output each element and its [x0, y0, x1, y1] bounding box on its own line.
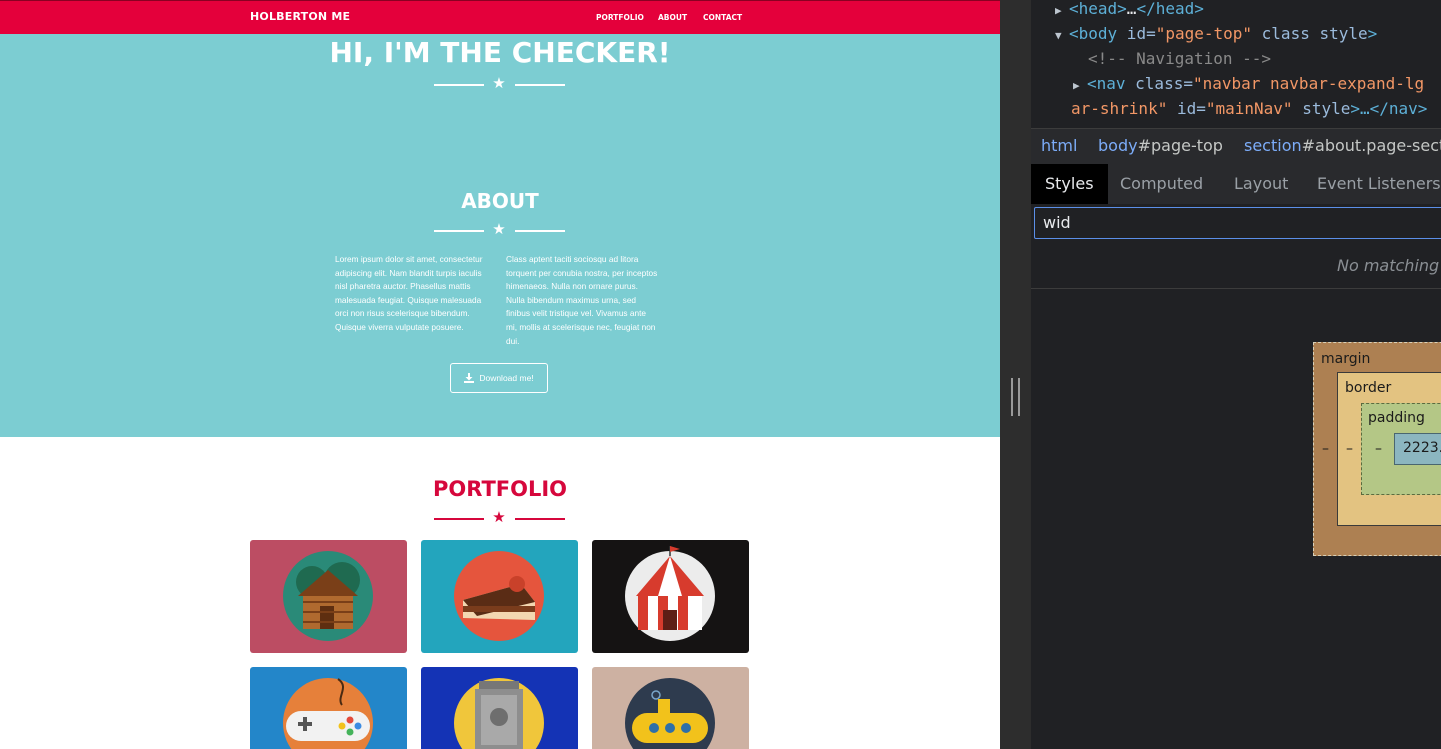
dom-node-head[interactable]: ▶ <head>…</head>	[1055, 0, 1204, 20]
dom-node-comment[interactable]: <!-- Navigation -->	[1088, 48, 1271, 70]
submarine-icon	[625, 678, 715, 749]
dom-ellipsis: …	[1126, 0, 1137, 18]
padding-left-value: –	[1375, 441, 1382, 457]
star-icon: ★	[492, 75, 506, 92]
border-left-value: –	[1346, 441, 1353, 457]
dom-attr-value: "page-top"	[1155, 24, 1253, 43]
hero-title: HI, I'M THE CHECKER!	[329, 36, 671, 69]
dom-node-body[interactable]: ▼ <body id="page-top" class style>	[1055, 23, 1377, 45]
tab-event-listeners[interactable]: Event Listeners	[1303, 164, 1441, 204]
dom-node-nav[interactable]: ▶ <nav class="navbar navbar-expand-lg	[1073, 73, 1424, 95]
dom-attr-value: ar-shrink"	[1071, 99, 1168, 118]
dom-comment: <!-- Navigation -->	[1088, 49, 1272, 68]
nav-link-contact[interactable]: CONTACT	[703, 13, 742, 22]
safe-icon	[454, 678, 544, 749]
portfolio-item-cabin[interactable]	[250, 540, 407, 653]
nav-link-about[interactable]: ABOUT	[658, 13, 687, 22]
tab-computed[interactable]: Computed	[1106, 164, 1217, 204]
portfolio-item-submarine[interactable]	[592, 667, 749, 749]
no-matching-message: No matching	[1337, 256, 1440, 275]
star-icon: ★	[492, 221, 506, 238]
page-viewport: HOLBERTON ME PORTFOLIO ABOUT CONTACT HI,…	[0, 0, 1000, 749]
dom-attr: id=	[1167, 99, 1206, 118]
panel-resize-handle[interactable]	[1000, 0, 1031, 749]
portfolio-item-safe[interactable]	[421, 667, 578, 749]
about-section: HI, I'M THE CHECKER! ★ ABOUT ★ Lorem ips…	[0, 34, 1000, 437]
box-model-padding[interactable]: padding – 2223.3	[1361, 403, 1441, 495]
box-model-margin[interactable]: margin – border – padding – 2223.3	[1313, 342, 1441, 556]
download-button[interactable]: Download me!	[450, 363, 548, 393]
resize-grip-icon[interactable]	[1011, 378, 1020, 416]
download-label: Download me!	[479, 373, 534, 383]
divider	[1031, 288, 1441, 289]
box-model-border[interactable]: border – padding – 2223.3	[1337, 372, 1441, 526]
dom-tag: >…</nav>	[1350, 99, 1428, 118]
dom-attr: id=	[1117, 24, 1156, 43]
dom-tag: <body	[1069, 24, 1118, 43]
tab-layout[interactable]: Layout	[1220, 164, 1302, 204]
circus-icon	[625, 546, 715, 641]
box-model-content[interactable]: 2223.3	[1394, 433, 1441, 465]
portfolio-title: PORTFOLIO	[432, 477, 568, 501]
breadcrumb-html[interactable]: html	[1041, 136, 1077, 155]
dom-attr: class style	[1252, 24, 1368, 43]
about-text-left: Lorem ipsum dolor sit amet, consectetur …	[335, 254, 483, 332]
dom-attr-value: "navbar navbar-expand-lg	[1192, 74, 1425, 93]
portfolio-item-cake[interactable]	[421, 540, 578, 653]
padding-label: padding	[1368, 410, 1425, 426]
expand-arrow-icon[interactable]: ▶	[1073, 75, 1087, 97]
styles-filter-input[interactable]: wid	[1034, 207, 1441, 239]
dom-tag: <nav	[1087, 74, 1126, 93]
expand-arrow-icon[interactable]: ▶	[1055, 0, 1069, 22]
collapse-arrow-icon[interactable]: ▼	[1055, 25, 1069, 47]
brand-link[interactable]: HOLBERTON ME	[250, 10, 350, 23]
dom-tag: <head>	[1069, 0, 1127, 18]
gamepad-icon	[283, 678, 373, 749]
about-title: ABOUT	[461, 189, 539, 213]
portfolio-item-circus[interactable]	[592, 540, 749, 653]
star-icon: ★	[492, 509, 506, 526]
breadcrumb: html body#page-top section#about.page-se…	[1031, 128, 1441, 166]
about-text-right: Class aptent taciti sociosqu ad litora t…	[506, 254, 658, 346]
breadcrumb-section[interactable]: section#about.page-sect	[1244, 136, 1441, 155]
star-divider: ★	[434, 76, 565, 92]
breadcrumb-body[interactable]: body#page-top	[1098, 136, 1223, 155]
dom-attr: style	[1292, 99, 1351, 118]
border-label: border	[1345, 380, 1392, 396]
star-divider: ★	[434, 510, 565, 526]
download-icon	[464, 373, 475, 383]
nav-link-portfolio[interactable]: PORTFOLIO	[596, 13, 644, 22]
dom-attr-value: "mainNav"	[1205, 99, 1293, 118]
top-navbar: HOLBERTON ME PORTFOLIO ABOUT CONTACT	[0, 0, 1000, 34]
tab-styles[interactable]: Styles	[1031, 164, 1108, 204]
cake-icon	[454, 551, 544, 641]
content-size-value: 2223.3	[1403, 440, 1441, 456]
cabin-icon	[283, 551, 373, 641]
dom-attr: class=	[1125, 74, 1193, 93]
star-divider: ★	[434, 222, 565, 238]
margin-label: margin	[1321, 351, 1371, 367]
dom-tag: >	[1367, 24, 1378, 43]
styles-tabbar: Styles Computed Layout Event Listeners	[1031, 164, 1441, 204]
dom-node-nav-cont[interactable]: ar-shrink" id="mainNav" style>…</nav>	[1071, 98, 1427, 120]
devtools-panel: ▶ <head>…</head> ▼ <body id="page-top" cla…	[1031, 0, 1441, 749]
portfolio-item-game[interactable]	[250, 667, 407, 749]
dom-tag: </head>	[1136, 0, 1204, 18]
margin-left-value: –	[1322, 441, 1329, 457]
